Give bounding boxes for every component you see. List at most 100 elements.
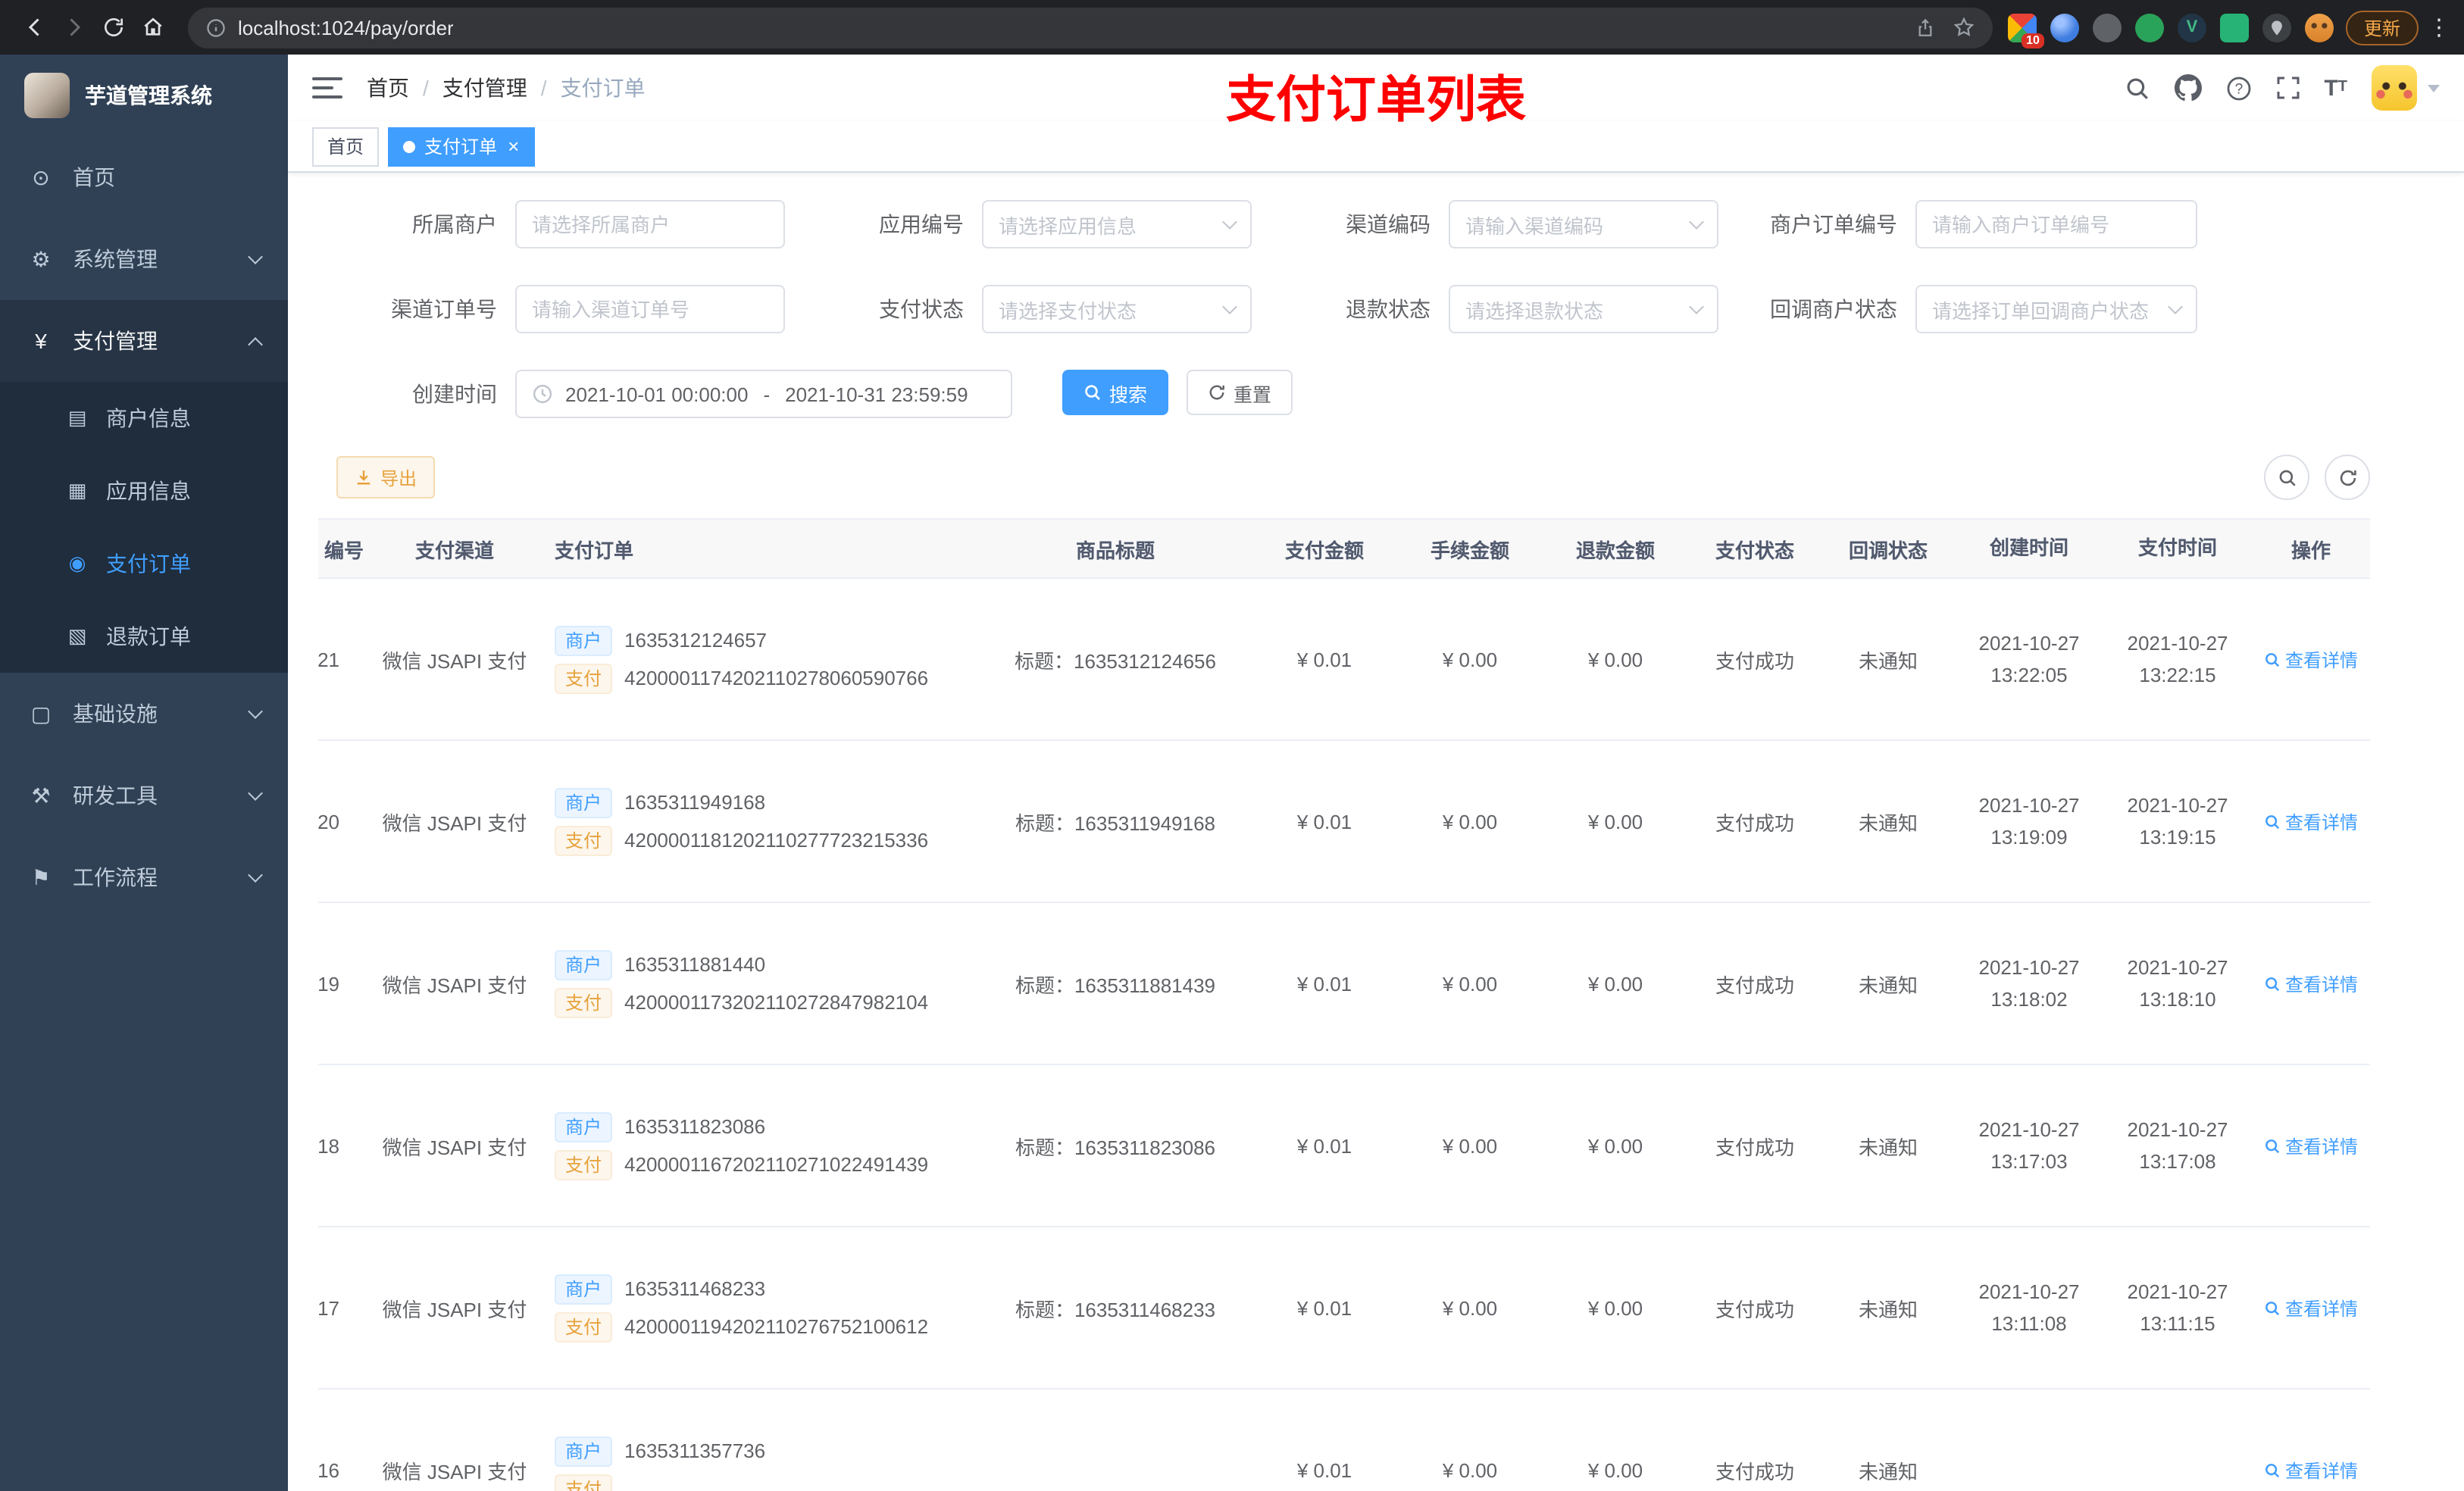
chevron-down-icon: [2168, 299, 2183, 314]
tab-pay-order[interactable]: 支付订单 ×: [388, 127, 535, 166]
date-range-picker[interactable]: 2021-10-01 00:00:00 - 2021-10-31 23:59:5…: [515, 370, 1012, 418]
browser-home-icon[interactable]: [133, 8, 173, 47]
merchant-input[interactable]: [532, 213, 768, 236]
bookmark-star-icon[interactable]: [1953, 17, 1975, 38]
refund-status-select[interactable]: 请选择退款状态: [1449, 285, 1718, 333]
search-button[interactable]: 搜索: [1062, 370, 1169, 415]
payment-submenu: ▤ 商户信息 ▦ 应用信息 ◉ 支付订单 ▧ 退款订单: [0, 382, 288, 673]
pay-tag: 支付: [555, 663, 613, 693]
extension-green-icon[interactable]: [2134, 13, 2164, 42]
merchant-select[interactable]: [515, 200, 785, 248]
table-row: 21 微信 JSAPI 支付 商户 1635312124657 支付 4200001…: [318, 579, 2370, 741]
cell-pay-order: 商户 1635311949168 支付 4200001181202110277723…: [539, 780, 979, 863]
search-icon[interactable]: [2124, 75, 2150, 101]
view-detail-link[interactable]: 查看详情: [2264, 646, 2358, 672]
toggle-search-button[interactable]: [2264, 455, 2309, 500]
merchant-tag: 商户: [555, 949, 613, 980]
view-detail-link[interactable]: 查看详情: [2264, 1457, 2358, 1483]
view-detail-link[interactable]: 查看详情: [2264, 1133, 2358, 1158]
browser-forward-icon[interactable]: [55, 8, 94, 47]
filter-pay-status: 支付状态 请选择支付状态: [812, 285, 1252, 333]
browser-reload-icon[interactable]: [94, 8, 133, 47]
view-detail-link[interactable]: 查看详情: [2264, 808, 2358, 834]
merchant-tag: 商户: [555, 787, 613, 817]
filter-label: 退款状态: [1346, 297, 1431, 321]
refresh-table-button[interactable]: [2325, 455, 2370, 500]
profile-avatar-icon[interactable]: [2304, 13, 2334, 42]
sidebar-item-system[interactable]: ⚙ 系统管理: [0, 218, 288, 300]
filter-label: 支付状态: [879, 297, 964, 321]
extension-colorful-icon[interactable]: 10: [2007, 13, 2044, 48]
filter-form: 所属商户 应用编号 请选择应用信息: [318, 200, 2434, 418]
fullscreen-icon[interactable]: [2275, 76, 2300, 100]
help-icon[interactable]: ?: [2225, 75, 2251, 101]
sidebar-item-infra[interactable]: ▢ 基础设施: [0, 673, 288, 755]
app-logo[interactable]: 芋道管理系统: [0, 55, 288, 136]
merchant-order-no-field[interactable]: [1915, 200, 2197, 248]
filter-notify-status: 回调商户状态 请选择订单回调商户状态: [1746, 285, 2197, 333]
top-navbar: 首页 / 支付管理 / 支付订单 支付订单列表 ? TT: [288, 55, 2464, 127]
filter-label: 渠道编码: [1346, 212, 1431, 236]
sidebar-item-refund-order[interactable]: ▧ 退款订单: [0, 600, 288, 673]
table-row: 16 微信 JSAPI 支付 商户 1635311357736 支付 ¥ 0.01…: [318, 1389, 2370, 1491]
sidebar-item-app-info[interactable]: ▦ 应用信息: [0, 455, 288, 527]
filter-label: 商户订单编号: [1770, 212, 1897, 236]
date-end: 2021-10-31 23:59:59: [785, 383, 968, 405]
close-icon[interactable]: ×: [508, 136, 519, 156]
extension-grid-icon[interactable]: [2219, 13, 2249, 42]
sidebar: 芋道管理系统 ⊙ 首页 ⚙ 系统管理 ¥ 支付管理 ▤ 商户信息 ▦ 应用信息 …: [0, 55, 288, 1491]
browser-back-icon[interactable]: [15, 8, 55, 47]
address-bar[interactable]: localhost:1024/pay/order: [188, 7, 1993, 48]
app-select[interactable]: 请选择应用信息: [982, 200, 1252, 248]
extension-drop-icon[interactable]: [2050, 13, 2079, 42]
tab-home[interactable]: 首页: [312, 127, 380, 166]
filter-merchant-order-no: 商户订单编号: [1746, 200, 2197, 248]
gear-icon: ⚙: [31, 246, 51, 270]
sidebar-toggle-icon[interactable]: [312, 77, 342, 98]
browser-chrome: localhost:1024/pay/order 10 V 更新 ⋮: [0, 0, 2464, 55]
github-icon[interactable]: [2174, 74, 2202, 102]
filter-merchant: 所属商户: [346, 200, 785, 248]
pay-tag: 支付: [555, 825, 613, 855]
pay-tag: 支付: [555, 987, 613, 1017]
sidebar-item-pay-order[interactable]: ◉ 支付订单: [0, 527, 288, 600]
browser-menu-icon[interactable]: ⋮: [2428, 14, 2450, 41]
filter-label: 应用编号: [879, 212, 964, 236]
yen-icon: ¥: [35, 329, 47, 353]
breadcrumb-home[interactable]: 首页: [367, 73, 409, 103]
channel-order-no-field[interactable]: [515, 285, 785, 333]
clock-icon: [532, 383, 553, 405]
chevron-down-icon: [1222, 299, 1237, 314]
user-menu[interactable]: [2372, 65, 2440, 111]
site-info-icon[interactable]: [206, 17, 226, 37]
filter-label: 渠道订单号: [391, 297, 497, 321]
view-detail-link[interactable]: 查看详情: [2264, 971, 2358, 996]
browser-update-button[interactable]: 更新: [2345, 10, 2419, 45]
cell-pay-order: 商户 1635311881440 支付 4200001173202110272847…: [539, 942, 979, 1025]
merchant-order-no-input[interactable]: [1932, 213, 2181, 236]
vue-devtools-icon[interactable]: V: [2177, 13, 2206, 42]
date-start: 2021-10-01 00:00:00: [565, 383, 749, 405]
channel-order-no-input[interactable]: [532, 298, 768, 320]
active-dot: [403, 140, 416, 152]
breadcrumb-payment[interactable]: 支付管理: [442, 73, 527, 103]
extension-gray-icon[interactable]: [2092, 13, 2122, 42]
pay-status-select[interactable]: 请选择支付状态: [982, 285, 1252, 333]
filter-create-time: 创建时间 2021-10-01 00:00:00 - 2021-10-31 23…: [346, 370, 1012, 418]
share-icon[interactable]: [1915, 17, 1935, 37]
sidebar-item-devtools[interactable]: ⚒ 研发工具: [0, 755, 288, 836]
page-content: 所属商户 应用编号 请选择应用信息: [288, 173, 2464, 1491]
channel-code-select[interactable]: 请输入渠道编码: [1449, 200, 1718, 248]
reset-button[interactable]: 重置: [1187, 370, 1293, 415]
view-detail-link[interactable]: 查看详情: [2264, 1295, 2358, 1321]
sidebar-item-merchant-info[interactable]: ▤ 商户信息: [0, 382, 288, 455]
cell-pay-order: 商户 1635312124657 支付 4200001174202110278060…: [539, 617, 979, 701]
notify-status-select[interactable]: 请选择订单回调商户状态: [1915, 285, 2197, 333]
dashboard-icon: ⊙: [32, 164, 50, 189]
export-button[interactable]: 导出: [336, 456, 436, 499]
sidebar-item-home[interactable]: ⊙ 首页: [0, 136, 288, 218]
font-size-icon[interactable]: TT: [2324, 77, 2347, 99]
extensions-pin-icon[interactable]: [2262, 13, 2291, 42]
sidebar-item-payment[interactable]: ¥ 支付管理: [0, 300, 288, 382]
sidebar-item-workflow[interactable]: ⚑ 工作流程: [0, 836, 288, 918]
